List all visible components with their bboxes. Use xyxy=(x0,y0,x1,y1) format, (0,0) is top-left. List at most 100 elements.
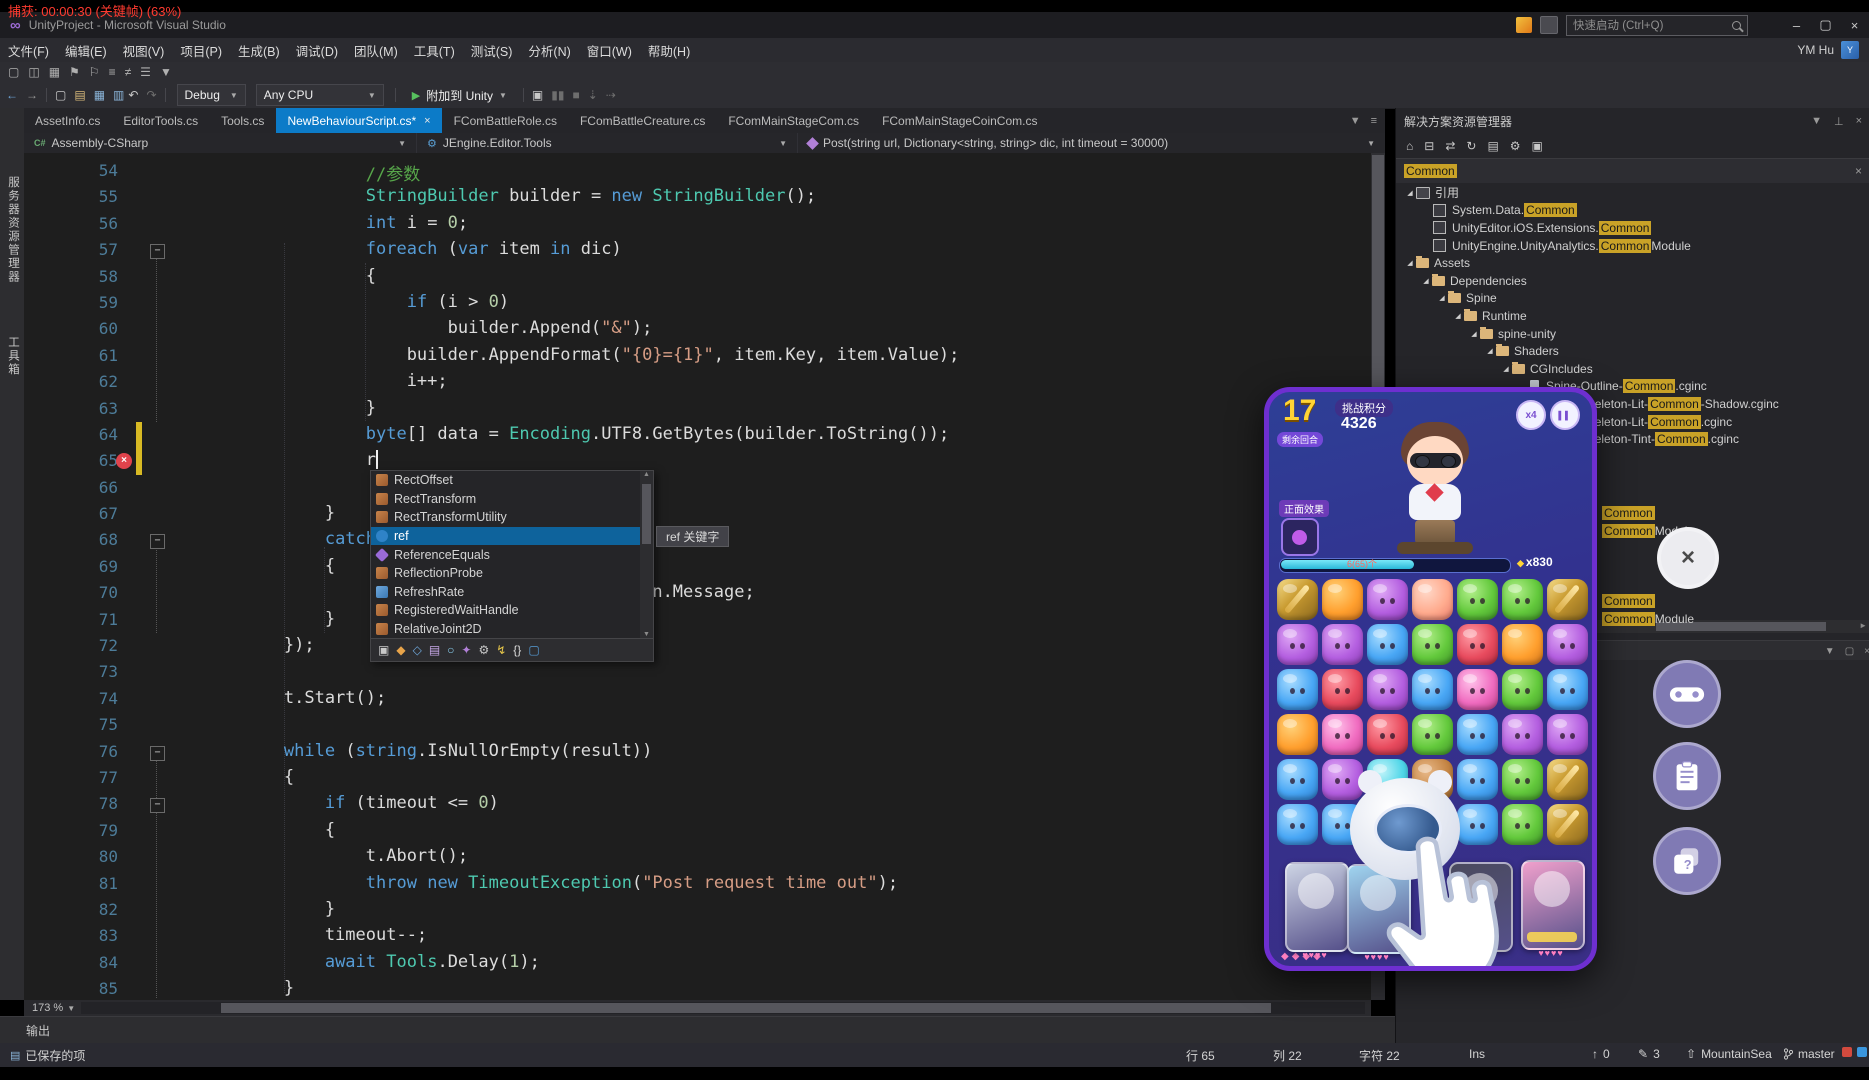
more-options-icon[interactable]: ▼ xyxy=(160,66,172,78)
collapse-all-icon[interactable]: ⊟ xyxy=(1424,140,1434,152)
code-line[interactable]: 80 t.Abort(); xyxy=(24,844,1371,870)
expanded-arrow-icon[interactable]: ◢ xyxy=(1404,259,1416,267)
intellisense-item[interactable]: RefreshRate xyxy=(371,583,653,602)
zoom-level-dropdown[interactable]: 173 % xyxy=(24,1002,67,1014)
bunny-tile[interactable] xyxy=(1277,669,1318,710)
code-line[interactable]: 76 − while (string.IsNullOrEmpty(result)) xyxy=(24,739,1371,765)
code-line[interactable]: 69 { xyxy=(24,554,1371,580)
code-line[interactable]: 79 { xyxy=(24,818,1371,844)
pig-tile[interactable] xyxy=(1322,714,1363,755)
comment-block-icon[interactable]: ≡ xyxy=(109,66,116,78)
code-editor[interactable]: 54 //参数 55 StringBuilder builder = new St… xyxy=(24,153,1371,1000)
structs-icon[interactable]: ◇ xyxy=(413,644,422,656)
close-tab-icon[interactable]: × xyxy=(424,115,430,127)
pig-tile[interactable] xyxy=(1457,669,1498,710)
code-line[interactable]: 78 − if (timeout <= 0) xyxy=(24,791,1371,817)
document-tab[interactable]: NewBehaviourScript.cs* × xyxy=(276,108,442,133)
peach-tile[interactable] xyxy=(1412,579,1453,620)
wand-tile[interactable] xyxy=(1277,579,1318,620)
overlay-close-button[interactable]: × xyxy=(1657,527,1719,589)
pause-button[interactable]: ▌▌ xyxy=(1550,400,1580,430)
menu-item[interactable]: 测试(S) xyxy=(463,38,521,62)
type-dropdown[interactable]: ⚙ JEngine.Editor.Tools ▼ xyxy=(417,133,798,153)
pause-icon[interactable]: ▮▮ xyxy=(551,89,564,101)
stop-icon[interactable]: ■ xyxy=(572,89,579,101)
tree-item[interactable]: ◢ Assets xyxy=(1396,254,1869,272)
document-tab[interactable]: FComBattleCreature.cs xyxy=(569,108,716,133)
code-line[interactable]: 74 t.Start(); xyxy=(24,686,1371,712)
tab-overflow-icon[interactable]: ▼ xyxy=(1350,115,1361,127)
orange-tile[interactable] xyxy=(1322,579,1363,620)
intellisense-item[interactable]: RegisteredWaitHandle xyxy=(371,601,653,620)
project-dropdown[interactable]: C# Assembly-CSharp ▼ xyxy=(24,133,417,153)
bookmark-icon[interactable]: ⚑ xyxy=(69,66,80,78)
enums-icon[interactable]: ▤ xyxy=(429,644,440,656)
editor-horizontal-scrollbar[interactable] xyxy=(81,1002,1365,1014)
menu-item[interactable]: 视图(V) xyxy=(115,38,173,62)
hero-card[interactable] xyxy=(1285,862,1349,952)
frog-tile[interactable] xyxy=(1502,759,1543,800)
tree-item-fragment[interactable]: CommonModule xyxy=(1602,612,1694,626)
bat-tile[interactable] xyxy=(1322,669,1363,710)
code-line[interactable]: 77 { xyxy=(24,765,1371,791)
code-line[interactable]: 83 timeout--; xyxy=(24,923,1371,949)
purple-cat-tile[interactable] xyxy=(1322,624,1363,665)
menu-item[interactable]: 项目(P) xyxy=(172,38,230,62)
undo-icon[interactable]: ↶ xyxy=(128,89,138,101)
purple-cat-tile[interactable] xyxy=(1367,579,1408,620)
repository-indicator[interactable]: ⇧ MountainSea xyxy=(1686,1047,1772,1061)
purple-cat-tile[interactable] xyxy=(1277,624,1318,665)
bunny-tile[interactable] xyxy=(1547,669,1588,710)
expanded-arrow-icon[interactable]: ◢ xyxy=(1500,365,1512,373)
keywords-icon[interactable]: ▢ xyxy=(528,644,539,656)
sidebar-tab-toolbox[interactable]: 工具箱 xyxy=(5,336,21,377)
bat-tile[interactable] xyxy=(1367,714,1408,755)
tree-item[interactable]: ◢ Dependencies xyxy=(1396,272,1869,290)
properties-icon[interactable]: ⚙ xyxy=(1510,140,1521,152)
frog-tile[interactable] xyxy=(1502,579,1543,620)
tree-item[interactable]: ◢ spine-unity xyxy=(1396,325,1869,343)
close-icon[interactable]: × xyxy=(1864,646,1869,657)
intellisense-item[interactable]: RectTransformUtility xyxy=(371,508,653,527)
home-icon[interactable]: ⌂ xyxy=(1406,140,1413,152)
redo-icon[interactable]: ↷ xyxy=(146,89,156,101)
fold-toggle[interactable]: − xyxy=(150,244,165,260)
branch-indicator[interactable]: master xyxy=(1784,1047,1835,1061)
code-line[interactable]: 73 xyxy=(24,659,1371,685)
orange-tile[interactable] xyxy=(1502,624,1543,665)
step-over-icon[interactable]: ⇢ xyxy=(606,89,616,101)
effect-item-icon[interactable] xyxy=(1281,518,1319,556)
tab-list-icon[interactable]: ≡ xyxy=(1371,115,1377,127)
close-icon[interactable]: × xyxy=(1856,115,1862,127)
minimize-button[interactable]: – xyxy=(1782,12,1811,38)
maximize-button[interactable]: ▢ xyxy=(1811,12,1840,38)
user-area[interactable]: YM Hu Y xyxy=(1797,41,1869,59)
avatar[interactable]: Y xyxy=(1841,41,1859,59)
all-icon[interactable]: ▣ xyxy=(378,644,389,656)
menu-item[interactable]: 团队(M) xyxy=(346,38,406,62)
code-line[interactable]: 85 } xyxy=(24,976,1371,1000)
code-line[interactable]: 65 × r xyxy=(24,448,1371,475)
wand-tile[interactable] xyxy=(1547,759,1588,800)
expanded-arrow-icon[interactable]: ◢ xyxy=(1468,330,1480,338)
intellisense-item[interactable]: ref xyxy=(371,526,653,546)
tree-item[interactable]: UnityEngine.UnityAnalytics. Common Module xyxy=(1396,237,1869,255)
tree-item[interactable]: ◢ CGIncludes xyxy=(1396,360,1869,378)
frog-tile[interactable] xyxy=(1412,624,1453,665)
attach-to-unity-button[interactable]: ▶ 附加到 Unity ▼ xyxy=(404,87,515,104)
fold-toggle[interactable]: − xyxy=(150,745,165,761)
configuration-dropdown[interactable]: Debug ▼ xyxy=(176,84,246,106)
intellisense-item[interactable]: ReflectionProbe xyxy=(371,564,653,583)
purple-cat-tile[interactable] xyxy=(1502,714,1543,755)
bunny-tile[interactable] xyxy=(1457,714,1498,755)
output-panel-tab[interactable]: 输出 xyxy=(0,1016,1411,1044)
menu-item[interactable]: 调试(D) xyxy=(288,38,346,62)
menu-item[interactable]: 文件(F) xyxy=(0,38,57,62)
snippets-icon[interactable]: {} xyxy=(513,644,521,656)
menu-item[interactable]: 窗口(W) xyxy=(579,38,640,62)
orange-tile[interactable] xyxy=(1277,714,1318,755)
fold-toggle[interactable]: − xyxy=(150,534,165,550)
close-button[interactable]: × xyxy=(1840,12,1869,38)
outgoing-commits[interactable]: ↑ 0 xyxy=(1592,1047,1610,1061)
interfaces-icon[interactable]: ○ xyxy=(447,644,454,656)
